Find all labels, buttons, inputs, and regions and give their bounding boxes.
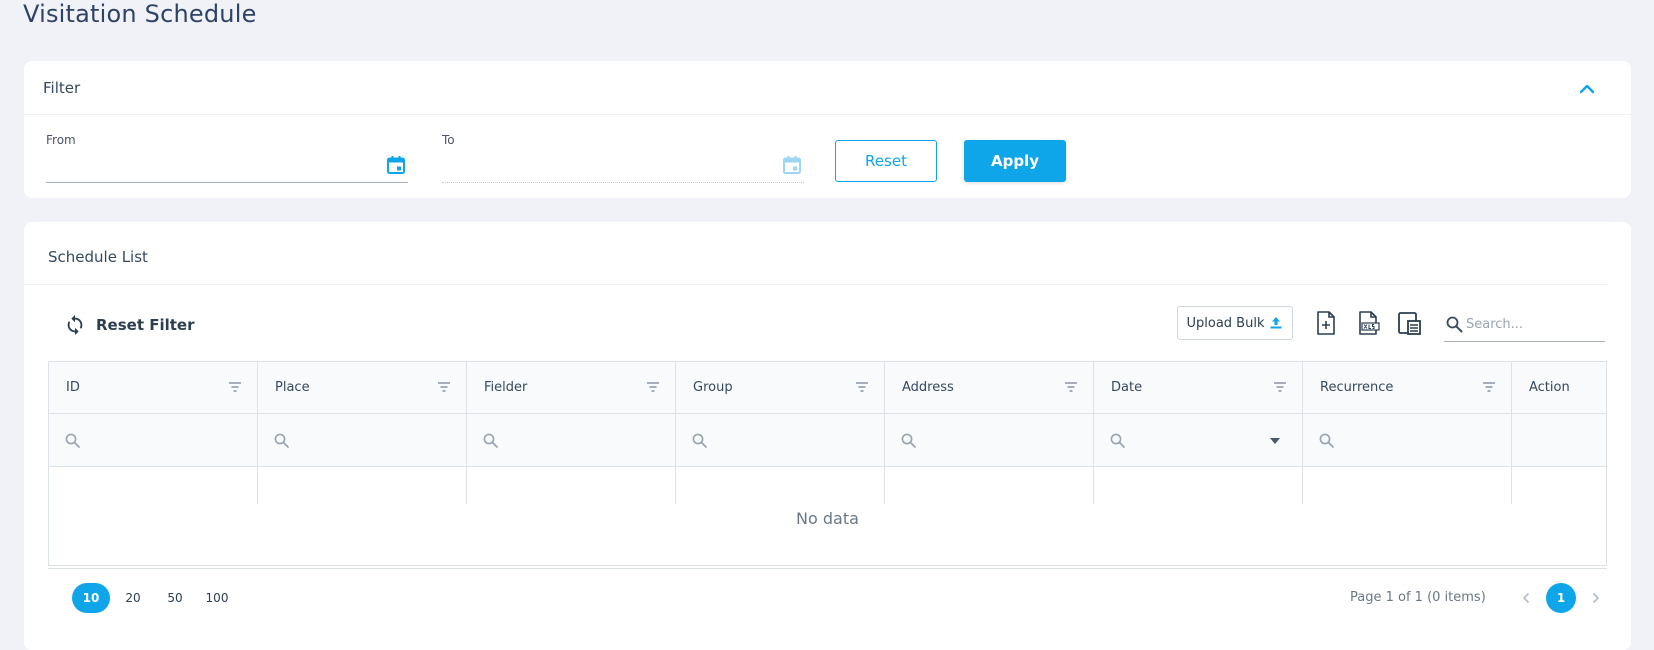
filter-header: Filter <box>24 61 1631 115</box>
grid-header-row: ID Place Fielder Group Address Date Recu… <box>49 362 1606 414</box>
to-date-input[interactable] <box>442 153 804 183</box>
pager-navigation: 1 <box>1516 583 1606 613</box>
column-header-id[interactable]: ID <box>49 362 258 413</box>
from-date-field: From <box>46 133 408 183</box>
column-header-place[interactable]: Place <box>258 362 467 413</box>
search-icon <box>901 433 916 448</box>
filter-icon[interactable] <box>856 382 868 392</box>
column-header-address[interactable]: Address <box>885 362 1094 413</box>
schedule-list-title: Schedule List <box>48 248 148 266</box>
filter-cell-action <box>1512 414 1606 466</box>
reset-filter-button[interactable]: Reset Filter <box>64 314 195 336</box>
grid-search <box>1444 308 1605 342</box>
filter-icon[interactable] <box>647 382 659 392</box>
page-title: Visitation Schedule <box>23 0 257 28</box>
to-label: To <box>442 133 455 147</box>
prev-page-button[interactable] <box>1516 583 1536 613</box>
search-icon <box>274 433 289 448</box>
caret-down-icon[interactable] <box>1270 438 1280 444</box>
from-date-input[interactable] <box>46 153 408 183</box>
grid-filter-row <box>49 414 1606 467</box>
column-header-group[interactable]: Group <box>676 362 885 413</box>
column-chooser-icon[interactable] <box>1396 310 1422 336</box>
chevron-up-icon <box>1579 84 1595 94</box>
upload-bulk-label: Upload Bulk <box>1186 315 1265 331</box>
column-header-recurrence[interactable]: Recurrence <box>1303 362 1512 413</box>
calendar-icon[interactable] <box>386 155 406 175</box>
search-icon <box>692 433 707 448</box>
page-info: Page 1 of 1 (0 items) <box>1350 590 1486 605</box>
filter-icon[interactable] <box>229 382 241 392</box>
export-excel-icon[interactable] <box>1355 310 1381 336</box>
page-size-10[interactable]: 10 <box>72 583 110 613</box>
column-header-date[interactable]: Date <box>1094 362 1303 413</box>
grid-body: No data <box>49 467 1606 565</box>
filter-cell-group[interactable] <box>676 414 885 466</box>
filter-cell-date[interactable] <box>1094 414 1303 466</box>
page-size-20[interactable]: 20 <box>114 583 152 613</box>
column-header-fielder[interactable]: Fielder <box>467 362 676 413</box>
filter-icon[interactable] <box>1483 382 1495 392</box>
column-header-action: Action <box>1529 380 1570 395</box>
chevron-right-icon <box>1592 592 1600 604</box>
to-date-field: To <box>442 133 804 183</box>
page-number-1[interactable]: 1 <box>1546 583 1576 613</box>
no-data-message: No data <box>796 509 859 528</box>
filter-panel: Filter From To Reset Apply <box>24 61 1631 198</box>
calendar-icon <box>783 156 801 174</box>
filter-icon[interactable] <box>438 382 450 392</box>
search-icon <box>1110 433 1125 448</box>
filter-icon[interactable] <box>1274 382 1286 392</box>
next-page-button[interactable] <box>1586 583 1606 613</box>
refresh-icon <box>67 314 83 336</box>
filter-cell-id[interactable] <box>49 414 258 466</box>
search-icon <box>1446 316 1463 333</box>
page-size-selector: 10 20 50 100 <box>72 583 236 613</box>
search-input[interactable] <box>1466 312 1602 336</box>
upload-bulk-button[interactable]: Upload Bulk <box>1177 306 1293 340</box>
search-icon <box>483 433 498 448</box>
search-icon <box>65 433 80 448</box>
schedule-grid: ID Place Fielder Group Address Date Recu… <box>48 361 1607 566</box>
search-icon <box>1319 433 1334 448</box>
upload-icon <box>1270 317 1282 329</box>
collapse-filter-button[interactable] <box>1577 79 1597 99</box>
apply-button[interactable]: Apply <box>964 140 1066 182</box>
page-size-50[interactable]: 50 <box>156 583 194 613</box>
page-size-100[interactable]: 100 <box>198 583 236 613</box>
filter-cell-fielder[interactable] <box>467 414 676 466</box>
reset-button[interactable]: Reset <box>835 140 937 182</box>
filter-icon[interactable] <box>1065 382 1077 392</box>
filter-cell-recurrence[interactable] <box>1303 414 1512 466</box>
filter-cell-address[interactable] <box>885 414 1094 466</box>
schedule-list-panel: Schedule List Reset Filter Upload Bulk S… <box>24 222 1631 650</box>
from-label: From <box>46 133 76 147</box>
chevron-left-icon <box>1522 592 1530 604</box>
reset-filter-label: Reset Filter <box>96 316 195 334</box>
filter-title: Filter <box>43 78 81 97</box>
filter-cell-place[interactable] <box>258 414 467 466</box>
add-document-icon[interactable] <box>1313 310 1339 336</box>
